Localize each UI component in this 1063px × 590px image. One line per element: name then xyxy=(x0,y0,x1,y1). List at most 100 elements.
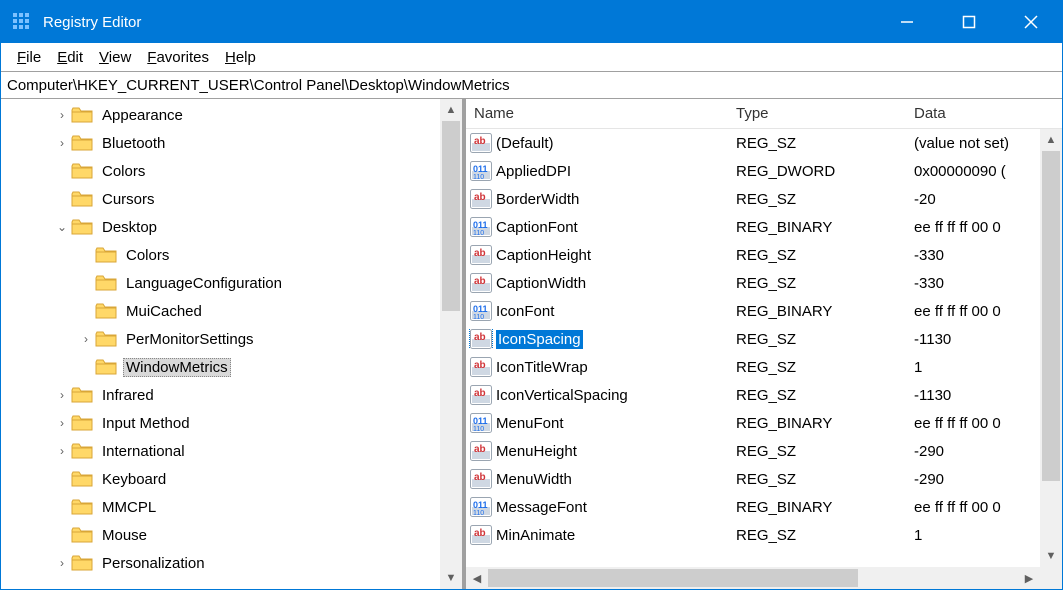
scroll-up-icon[interactable]: ▲ xyxy=(440,99,462,121)
reg-string-icon xyxy=(470,273,492,293)
minimize-button[interactable] xyxy=(876,1,938,43)
scroll-track[interactable] xyxy=(1040,151,1062,545)
tree-item-label: Personalization xyxy=(99,554,208,573)
scroll-track[interactable] xyxy=(440,121,462,567)
scroll-down-icon[interactable]: ▼ xyxy=(440,567,462,589)
column-header-data[interactable]: Data xyxy=(906,105,1040,122)
expand-chevron-icon[interactable]: › xyxy=(53,108,71,122)
list-row[interactable]: MenuWidthREG_SZ-290 xyxy=(466,465,1040,493)
scroll-track[interactable] xyxy=(488,567,1018,589)
tree-item[interactable]: ⌄Desktop xyxy=(5,213,440,241)
list-row[interactable]: MenuFontREG_BINARYee ff ff ff 00 0 xyxy=(466,409,1040,437)
folder-icon xyxy=(71,218,93,236)
tree-item[interactable]: LanguageConfiguration xyxy=(5,269,440,297)
tree-item[interactable]: › Bluetooth xyxy=(5,129,440,157)
scroll-thumb[interactable] xyxy=(488,569,858,587)
tree-item[interactable]: Keyboard xyxy=(5,465,440,493)
tree-item[interactable]: › Personalization xyxy=(5,549,440,577)
reg-binary-icon xyxy=(470,161,492,181)
list-row[interactable]: MessageFontREG_BINARYee ff ff ff 00 0 xyxy=(466,493,1040,521)
expand-chevron-icon[interactable]: › xyxy=(77,332,95,346)
menu-item[interactable]: Edit xyxy=(49,47,91,68)
list-vscrollbar[interactable]: ▲ ▼ xyxy=(1040,129,1062,567)
value-data: 0x00000090 ( xyxy=(906,163,1040,180)
tree-item[interactable]: MMCPL xyxy=(5,493,440,521)
folder-icon xyxy=(95,302,117,320)
value-name: IconTitleWrap xyxy=(496,359,588,376)
menu-item[interactable]: Favorites xyxy=(139,47,217,68)
value-data: 1 xyxy=(906,527,1040,544)
list-row[interactable]: CaptionHeightREG_SZ-330 xyxy=(466,241,1040,269)
value-type: REG_DWORD xyxy=(728,163,906,180)
tree-item[interactable]: ›Appearance xyxy=(5,101,440,129)
scroll-thumb[interactable] xyxy=(1042,151,1060,481)
scroll-thumb[interactable] xyxy=(442,121,460,311)
tree-item-label: MuiCached xyxy=(123,302,205,321)
reg-string-icon xyxy=(470,329,492,349)
value-name: CaptionHeight xyxy=(496,247,591,264)
list-hscrollbar[interactable]: ◀ ▶ xyxy=(466,567,1040,589)
expand-chevron-icon[interactable]: › xyxy=(53,556,71,570)
reg-string-icon xyxy=(470,189,492,209)
folder-icon xyxy=(95,246,117,264)
tree-item[interactable]: Colors xyxy=(5,241,440,269)
menu-item[interactable]: File xyxy=(9,47,49,68)
value-data: ee ff ff ff 00 0 xyxy=(906,499,1040,516)
titlebar: Registry Editor xyxy=(1,1,1062,43)
close-button[interactable] xyxy=(1000,1,1062,43)
list-row[interactable]: CaptionWidthREG_SZ-330 xyxy=(466,269,1040,297)
column-header-name[interactable]: Name xyxy=(466,105,728,122)
tree-item[interactable]: Cursors xyxy=(5,185,440,213)
menubar: FileEditViewFavoritesHelp xyxy=(1,43,1062,71)
value-name: IconSpacing xyxy=(496,330,583,349)
tree-item[interactable]: WindowMetrics xyxy=(5,353,440,381)
folder-icon xyxy=(71,442,93,460)
scroll-down-icon[interactable]: ▼ xyxy=(1040,545,1062,567)
tree-item[interactable]: ›Input Method xyxy=(5,409,440,437)
list-row[interactable]: (Default)REG_SZ(value not set) xyxy=(466,129,1040,157)
tree-scrollbar[interactable]: ▲ ▼ xyxy=(440,99,462,589)
scroll-up-icon[interactable]: ▲ xyxy=(1040,129,1062,151)
list-row[interactable]: BorderWidthREG_SZ-20 xyxy=(466,185,1040,213)
tree-item[interactable]: ›PerMonitorSettings xyxy=(5,325,440,353)
app-icon xyxy=(11,11,33,33)
expand-chevron-icon[interactable]: › xyxy=(53,136,71,150)
expand-chevron-icon[interactable]: ⌄ xyxy=(53,220,71,234)
list-row[interactable]: MenuHeightREG_SZ-290 xyxy=(466,437,1040,465)
scroll-right-icon[interactable]: ▶ xyxy=(1018,567,1040,589)
list-row[interactable]: MinAnimateREG_SZ1 xyxy=(466,521,1040,549)
expand-chevron-icon[interactable]: › xyxy=(53,388,71,402)
value-type: REG_BINARY xyxy=(728,303,906,320)
value-data: -330 xyxy=(906,247,1040,264)
menu-item[interactable]: Help xyxy=(217,47,264,68)
menu-item[interactable]: View xyxy=(91,47,139,68)
list-row[interactable]: IconFontREG_BINARYee ff ff ff 00 0 xyxy=(466,297,1040,325)
maximize-button[interactable] xyxy=(938,1,1000,43)
expand-chevron-icon[interactable]: › xyxy=(53,444,71,458)
list-view[interactable]: (Default)REG_SZ(value not set)AppliedDPI… xyxy=(466,129,1062,589)
value-name: MenuWidth xyxy=(496,471,572,488)
scroll-left-icon[interactable]: ◀ xyxy=(466,567,488,589)
expand-chevron-icon[interactable]: › xyxy=(53,416,71,430)
list-row[interactable]: IconSpacingREG_SZ-1130 xyxy=(466,325,1040,353)
address-bar[interactable]: Computer\HKEY_CURRENT_USER\Control Panel… xyxy=(1,71,1062,99)
tree-view[interactable]: ›Appearance›BluetoothColorsCursors⌄Deskt… xyxy=(1,99,440,589)
value-data: -290 xyxy=(906,471,1040,488)
value-data: ee ff ff ff 00 0 xyxy=(906,415,1040,432)
value-type: REG_SZ xyxy=(728,191,906,208)
tree-item[interactable]: Colors xyxy=(5,157,440,185)
column-header-type[interactable]: Type xyxy=(728,105,906,122)
tree-item[interactable]: ›Infrared xyxy=(5,381,440,409)
value-type: REG_SZ xyxy=(728,387,906,404)
tree-item[interactable]: ›International xyxy=(5,437,440,465)
value-type: REG_BINARY xyxy=(728,499,906,516)
tree-item[interactable]: MuiCached xyxy=(5,297,440,325)
folder-icon xyxy=(71,414,93,432)
tree-item-label: Bluetooth xyxy=(99,134,168,153)
list-row[interactable]: IconTitleWrapREG_SZ1 xyxy=(466,353,1040,381)
list-row[interactable]: AppliedDPIREG_DWORD0x00000090 ( xyxy=(466,157,1040,185)
list-row[interactable]: IconVerticalSpacingREG_SZ-1130 xyxy=(466,381,1040,409)
folder-icon xyxy=(71,162,93,180)
tree-item[interactable]: Mouse xyxy=(5,521,440,549)
list-row[interactable]: CaptionFontREG_BINARYee ff ff ff 00 0 xyxy=(466,213,1040,241)
